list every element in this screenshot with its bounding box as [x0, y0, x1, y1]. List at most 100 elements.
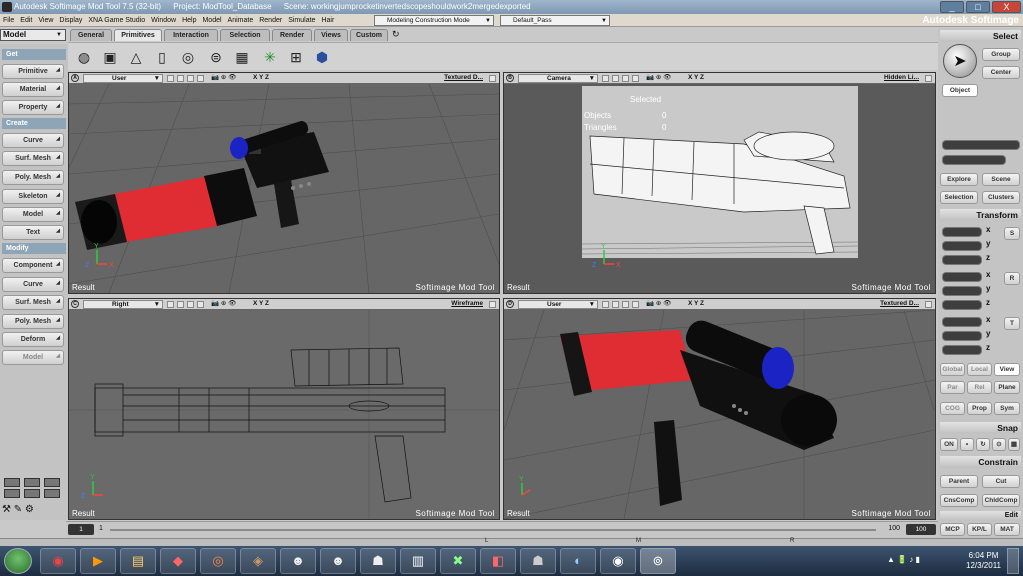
menu-edit[interactable]: Edit: [17, 14, 35, 27]
game-icon[interactable]: ☻: [280, 548, 316, 574]
view-toggle[interactable]: [602, 301, 609, 308]
translate-x-field[interactable]: [942, 317, 982, 327]
modify-surf-mesh-button[interactable]: Surf. Mesh ◢: [2, 295, 64, 310]
cog-button[interactable]: COG: [940, 402, 965, 415]
prop-button[interactable]: Prop: [967, 402, 992, 415]
timeline[interactable]: 1 1 100 100: [66, 521, 938, 538]
get-property-button[interactable]: Property ◢: [2, 100, 64, 115]
scale-x-field[interactable]: [942, 227, 982, 237]
app-icon[interactable]: ◉: [600, 548, 636, 574]
view-toggle[interactable]: [612, 301, 619, 308]
layout-1-icon[interactable]: [4, 478, 20, 487]
rotate-z-field[interactable]: [942, 300, 982, 310]
menu-model[interactable]: Model: [199, 14, 224, 27]
document-icon[interactable]: ▥: [400, 548, 436, 574]
media-player-icon[interactable]: ▶: [80, 548, 116, 574]
torus-icon[interactable]: ◎: [178, 47, 198, 67]
get-primitive-button[interactable]: Primitive ◢: [2, 64, 64, 79]
camera-icon[interactable]: 📷 ⊕ 👁: [646, 299, 671, 309]
menu-animate[interactable]: Animate: [225, 14, 257, 27]
view-toggle[interactable]: [197, 301, 204, 308]
dodecahedron-icon[interactable]: ⬢: [312, 47, 332, 67]
scale-z-field[interactable]: [942, 255, 982, 265]
translate-z-field[interactable]: [942, 345, 982, 355]
view-toggle[interactable]: [167, 75, 174, 82]
parent-button[interactable]: Parent: [940, 475, 978, 488]
create-surf-mesh-button[interactable]: Surf. Mesh ◢: [2, 151, 64, 166]
menu-view[interactable]: View: [35, 14, 56, 27]
app-icon[interactable]: ◆: [160, 548, 196, 574]
timeline-end-field[interactable]: 100: [906, 524, 936, 535]
tab-views[interactable]: Views: [314, 29, 348, 41]
menu-hair[interactable]: Hair: [318, 14, 337, 27]
viewport-d[interactable]: D User ▼ 📷 ⊕ 👁 X Y Z Textured D... Y Res…: [503, 298, 936, 520]
layout-4-icon[interactable]: [4, 489, 20, 498]
null-icon[interactable]: ✳: [260, 47, 280, 67]
explore-button[interactable]: Explore: [940, 173, 978, 186]
create-model-button[interactable]: Model ◢: [2, 207, 64, 222]
mcp-button[interactable]: MCP: [940, 523, 965, 536]
menu-xna[interactable]: XNA Game Studio: [85, 14, 148, 27]
view-toggle[interactable]: [177, 75, 184, 82]
modify-model-button[interactable]: Model ◢: [2, 350, 64, 365]
camera-icon[interactable]: 📷 ⊕ 👁: [211, 299, 236, 309]
game-icon[interactable]: ◈: [240, 548, 276, 574]
timeline-start-field[interactable]: 1: [68, 524, 94, 535]
cone-icon[interactable]: △: [126, 47, 146, 67]
close-button[interactable]: X: [992, 1, 1021, 13]
par-button[interactable]: Par: [940, 381, 965, 394]
view-toggle[interactable]: [187, 75, 194, 82]
display-mode[interactable]: Wireframe: [451, 299, 483, 309]
menu-display[interactable]: Display: [56, 14, 85, 27]
clock[interactable]: 6:04 PM 12/3/2011: [966, 551, 1001, 571]
modify-deform-button[interactable]: Deform ◢: [2, 332, 64, 347]
selection-filter-field[interactable]: [942, 155, 1006, 165]
camera-selector[interactable]: User ▼: [518, 300, 598, 309]
snap-curve-icon[interactable]: ↻: [976, 438, 990, 451]
disc-icon[interactable]: ⊜: [206, 47, 226, 67]
axis-toggles[interactable]: X Y Z: [688, 299, 704, 309]
view-toggle[interactable]: [187, 301, 194, 308]
snap-surface-icon[interactable]: ⊙: [992, 438, 1006, 451]
minimize-button[interactable]: _: [940, 1, 964, 13]
rotate-x-field[interactable]: [942, 272, 982, 282]
maximize-viewport-icon[interactable]: [489, 75, 496, 82]
center-button[interactable]: Center: [982, 66, 1020, 79]
get-material-button[interactable]: Material ◢: [2, 82, 64, 97]
menu-file[interactable]: File: [0, 14, 17, 27]
menu-simulate[interactable]: Simulate: [285, 14, 318, 27]
camera-icon[interactable]: 📷 ⊕ 👁: [646, 73, 671, 83]
tools-icons[interactable]: ⚒ ✎ ⚙: [2, 504, 34, 515]
app-icon[interactable]: ✖: [440, 548, 476, 574]
cylinder-icon[interactable]: ▯: [152, 47, 172, 67]
chldcomp-button[interactable]: ChldComp: [982, 494, 1020, 507]
maximize-viewport-icon[interactable]: [489, 301, 496, 308]
view-toggle[interactable]: [632, 75, 639, 82]
cut-button[interactable]: Cut: [982, 475, 1020, 488]
translate-y-field[interactable]: [942, 331, 982, 341]
show-desktop-button[interactable]: [1007, 548, 1019, 574]
view-toggle[interactable]: [602, 75, 609, 82]
kpl-button[interactable]: KP/L: [967, 523, 992, 536]
camera-selector[interactable]: Camera ▼: [518, 74, 598, 83]
display-mode[interactable]: Textured D...: [444, 73, 483, 83]
camera-selector[interactable]: Right ▼: [83, 300, 163, 309]
game-icon[interactable]: ☻: [320, 548, 356, 574]
tab-primitives[interactable]: Primitives: [114, 29, 162, 41]
view-toggle[interactable]: [632, 301, 639, 308]
axis-toggles[interactable]: X Y Z: [253, 73, 269, 83]
modify-poly-mesh-button[interactable]: Poly. Mesh ◢: [2, 314, 64, 329]
create-curve-button[interactable]: Curve ◢: [2, 133, 64, 148]
app-icon[interactable]: ◐: [560, 548, 596, 574]
tab-selection[interactable]: Selection: [220, 29, 270, 41]
folder-icon[interactable]: ▤: [120, 548, 156, 574]
create-text-button[interactable]: Text ◢: [2, 225, 64, 240]
mat-button[interactable]: MAT: [994, 523, 1020, 536]
timeline-track[interactable]: [110, 529, 876, 531]
group-button[interactable]: Group: [982, 48, 1020, 61]
maximize-viewport-icon[interactable]: [925, 301, 932, 308]
layout-combo[interactable]: Modeling Construction Mode ▼: [374, 15, 494, 26]
translate-button[interactable]: T: [1004, 317, 1020, 330]
app-icon[interactable]: ◎: [200, 548, 236, 574]
rel-button[interactable]: Rel: [967, 381, 992, 394]
